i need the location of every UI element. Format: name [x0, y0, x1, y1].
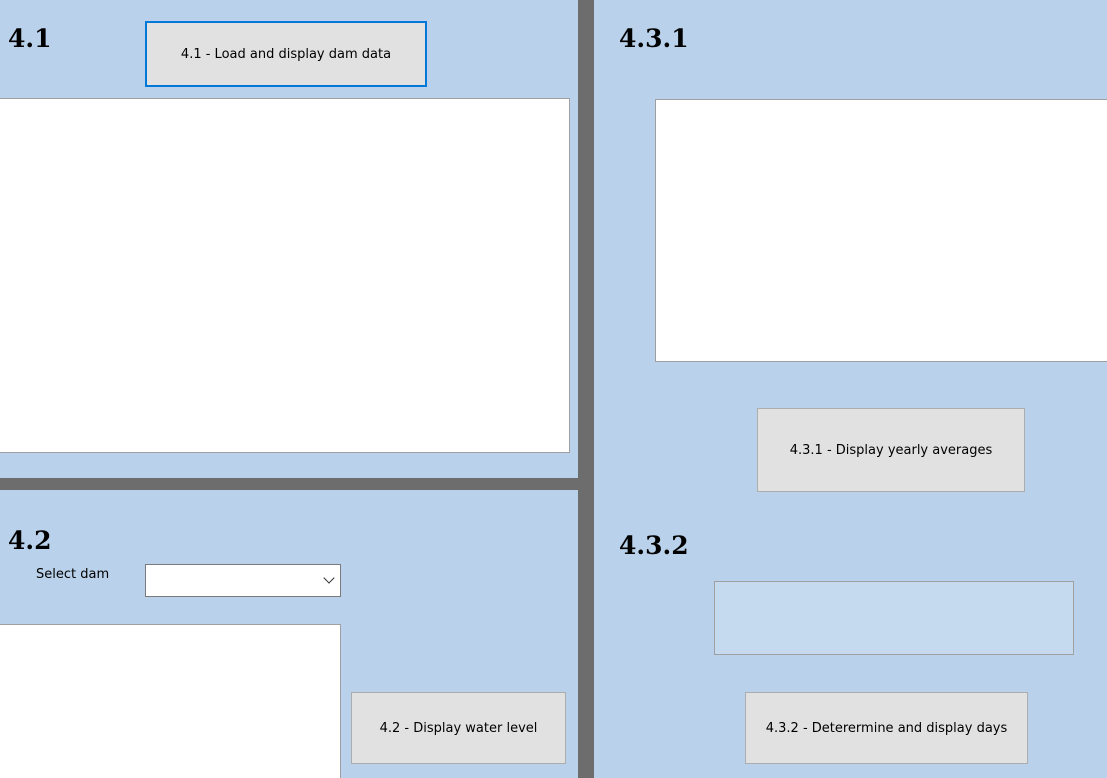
panel-4-2: 4.2 Select dam 4.2 - Display water level: [0, 490, 578, 778]
yearly-averages-output-box[interactable]: [655, 99, 1107, 362]
display-water-level-button[interactable]: 4.2 - Display water level: [351, 692, 566, 764]
chevron-down-icon: [323, 572, 335, 584]
select-dam-dropdown[interactable]: [145, 564, 341, 597]
panel-4-3: 4.3.1 4.3.1 - Display yearly averages 4.…: [594, 0, 1107, 778]
section-heading-4-2: 4.2: [8, 526, 52, 555]
horizontal-divider: [0, 478, 585, 490]
vertical-divider: [578, 0, 594, 778]
water-level-output-box[interactable]: [0, 624, 341, 778]
section-heading-4-1: 4.1: [8, 24, 52, 53]
load-display-dam-data-button[interactable]: 4.1 - Load and display dam data: [145, 21, 427, 87]
determine-display-days-button[interactable]: 4.3.2 - Deterermine and display days: [745, 692, 1028, 764]
days-result-box[interactable]: [714, 581, 1074, 655]
dam-data-output-box[interactable]: [0, 98, 570, 453]
display-yearly-averages-button[interactable]: 4.3.1 - Display yearly averages: [757, 408, 1025, 492]
section-heading-4-3-2: 4.3.2: [619, 531, 689, 560]
panel-4-1: 4.1 4.1 - Load and display dam data: [0, 0, 578, 478]
select-dam-label: Select dam: [36, 567, 110, 582]
section-heading-4-3-1: 4.3.1: [619, 24, 689, 53]
